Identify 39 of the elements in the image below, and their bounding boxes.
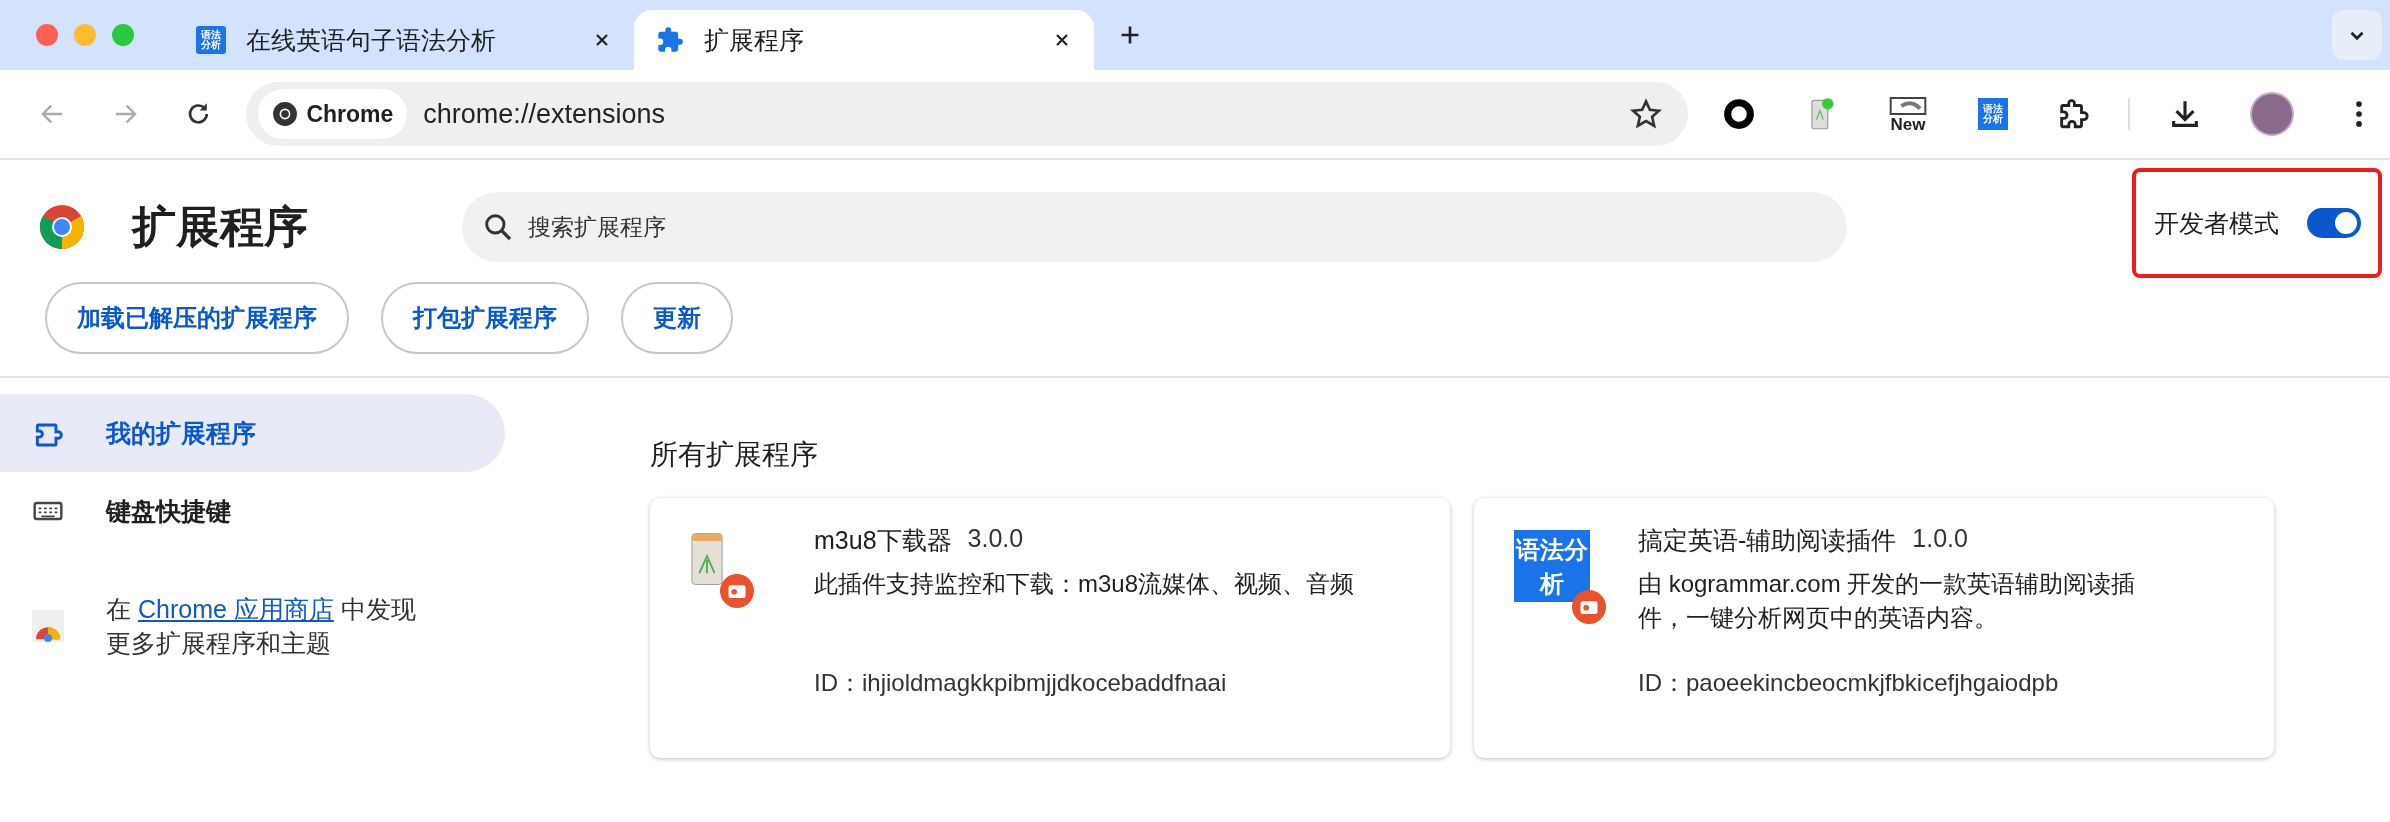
extension-version: 3.0.0 bbox=[967, 524, 1024, 554]
extension-id: ID：ihjioldmagkkpibmjjdkocebaddfnaai bbox=[814, 668, 1228, 698]
search-icon bbox=[482, 211, 514, 243]
ring-icon[interactable] bbox=[1722, 97, 1756, 131]
extension-description: 此插件支持监控和下载：m3u8流媒体、视频、音频 bbox=[814, 569, 1356, 599]
developer-mode-label: 开发者模式 bbox=[2154, 207, 2279, 239]
web-store-link[interactable]: Chrome 应用商店 bbox=[137, 595, 334, 623]
action-button[interactable]: 更新 bbox=[621, 282, 733, 354]
extension-version: 1.0.0 bbox=[1912, 524, 1968, 554]
puzzle-icon bbox=[656, 26, 684, 54]
url-text: chrome://extensions bbox=[423, 98, 666, 130]
extension-name: m3u8下载器 bbox=[814, 525, 952, 556]
unpacked-badge-icon bbox=[1572, 590, 1606, 624]
avatar[interactable] bbox=[2250, 92, 2294, 136]
grammar-logo-icon[interactable]: 语法分析 bbox=[1978, 98, 2008, 130]
search-field[interactable]: 搜索扩展程序 bbox=[462, 192, 1847, 262]
bookmark-star-icon[interactable] bbox=[1630, 98, 1662, 130]
extension-description: 由 kogrammar.com 开发的一款英语辅助阅读插件，一键分析网页中的英语内容。 bbox=[1638, 569, 2137, 633]
store-promo-text: 在 Chrome 应用商店 中发现更多扩展程序和主题 bbox=[106, 594, 416, 659]
developer-mode-toggle[interactable] bbox=[2307, 208, 2361, 238]
extension-name: 搞定英语-辅助阅读插件 bbox=[1638, 525, 1897, 556]
section-title: 所有扩展程序 bbox=[650, 438, 819, 472]
web-store-icon bbox=[32, 610, 64, 642]
jar-icon bbox=[690, 530, 724, 588]
grammar-logo-icon: 语法分析 bbox=[196, 26, 226, 54]
sidebar-item[interactable]: 键盘快捷键 bbox=[0, 472, 505, 550]
chrome-logo-icon bbox=[272, 101, 299, 127]
site-chip[interactable]: Chrome bbox=[258, 89, 408, 139]
address-bar[interactable]: Chrome chrome://extensions bbox=[246, 82, 1688, 146]
page-title: 扩展程序 bbox=[132, 200, 309, 253]
action-button[interactable]: 打包扩展程序 bbox=[381, 282, 589, 354]
browser-tab[interactable]: 语法分析 在线英语句子语法分析 bbox=[174, 10, 634, 70]
browser-tab[interactable]: 扩展程序 bbox=[634, 10, 1094, 70]
grammar-logo-icon: 语法分析 bbox=[1514, 530, 1590, 602]
extension-id: ID：paoeekincbeocmkjfbkicefjhgaiodpb bbox=[1638, 668, 2060, 698]
sidebar-item[interactable]: 我的扩展程序 bbox=[0, 394, 505, 472]
unpacked-badge-icon bbox=[720, 574, 754, 608]
action-button[interactable]: 加载已解压的扩展程序 bbox=[45, 282, 349, 354]
chrome-logo-icon bbox=[38, 203, 86, 251]
